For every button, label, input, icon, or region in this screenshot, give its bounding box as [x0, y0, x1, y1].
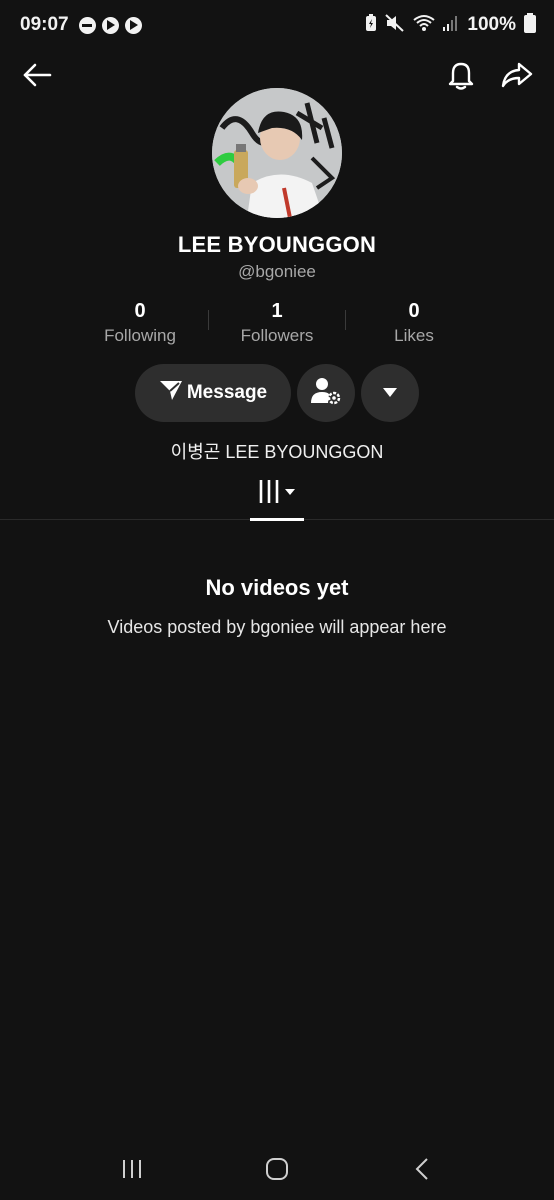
- stat-followers-count: 1: [271, 300, 283, 322]
- home-icon[interactable]: [260, 1152, 294, 1186]
- stat-followers[interactable]: 1 Followers: [209, 300, 345, 346]
- caret-down-icon: [383, 384, 397, 402]
- message-button[interactable]: Message: [135, 364, 291, 422]
- wifi-icon: [413, 14, 436, 37]
- battery-saver-icon: [365, 13, 377, 37]
- username: @bgoniee: [238, 262, 316, 281]
- stat-likes-label: Likes: [394, 326, 434, 345]
- play-icon: [101, 16, 119, 34]
- bio: 이병곤 LEE BYOUNGGON: [170, 442, 384, 462]
- display-name: LEE BYOUNGGON: [177, 232, 377, 257]
- send-icon: [159, 379, 183, 407]
- avatar[interactable]: [212, 88, 342, 218]
- stat-following[interactable]: 0 Following: [72, 300, 208, 346]
- battery-percent: 100%: [467, 14, 516, 35]
- user-settings-button[interactable]: [297, 364, 355, 422]
- dnd-icon: [78, 16, 96, 34]
- profile-header: LEE BYOUNGGON @bgoniee 0 Following 1 Fol…: [0, 88, 554, 464]
- more-options-button[interactable]: [361, 364, 419, 422]
- tab-videos[interactable]: [250, 468, 304, 521]
- stat-likes-count: 0: [408, 300, 420, 322]
- stat-following-label: Following: [104, 326, 176, 345]
- videos-grid-icon: [257, 479, 297, 510]
- battery-icon: [524, 12, 536, 38]
- profile-actions: Message: [135, 364, 419, 422]
- stat-likes[interactable]: 0 Likes: [346, 300, 482, 346]
- empty-state-subtitle: Videos posted by bgoniee will appear her…: [107, 617, 447, 637]
- status-bar: 09:07 100%: [0, 0, 554, 50]
- message-button-label: Message: [186, 382, 268, 403]
- system-nav-bar: [0, 1138, 554, 1200]
- play-icon: [124, 16, 142, 34]
- content-tabs: [0, 468, 554, 521]
- signal-icon: [443, 14, 459, 37]
- profile-screen: 09:07 100% LEE BYOUNGGON @bgoniee 0 Foll…: [0, 0, 554, 1200]
- empty-state: No videos yet Videos posted by bgoniee w…: [0, 575, 554, 638]
- status-time: 09:07: [20, 14, 69, 35]
- stat-following-count: 0: [134, 300, 146, 322]
- status-right: 100%: [365, 12, 536, 38]
- empty-state-title: No videos yet: [205, 575, 349, 600]
- back-icon[interactable]: [405, 1152, 439, 1186]
- mute-icon: [385, 13, 405, 37]
- recent-apps-icon[interactable]: [115, 1152, 149, 1186]
- arrow-left-icon[interactable]: [20, 58, 54, 92]
- share-icon[interactable]: [500, 58, 534, 92]
- tab-active-indicator: [250, 518, 304, 521]
- top-nav-actions: [444, 58, 534, 92]
- stat-followers-label: Followers: [240, 326, 314, 345]
- profile-stats: 0 Following 1 Followers 0 Likes: [72, 300, 482, 346]
- user-settings-icon: [310, 376, 342, 411]
- bell-icon[interactable]: [444, 58, 478, 92]
- status-left: 09:07: [20, 14, 142, 36]
